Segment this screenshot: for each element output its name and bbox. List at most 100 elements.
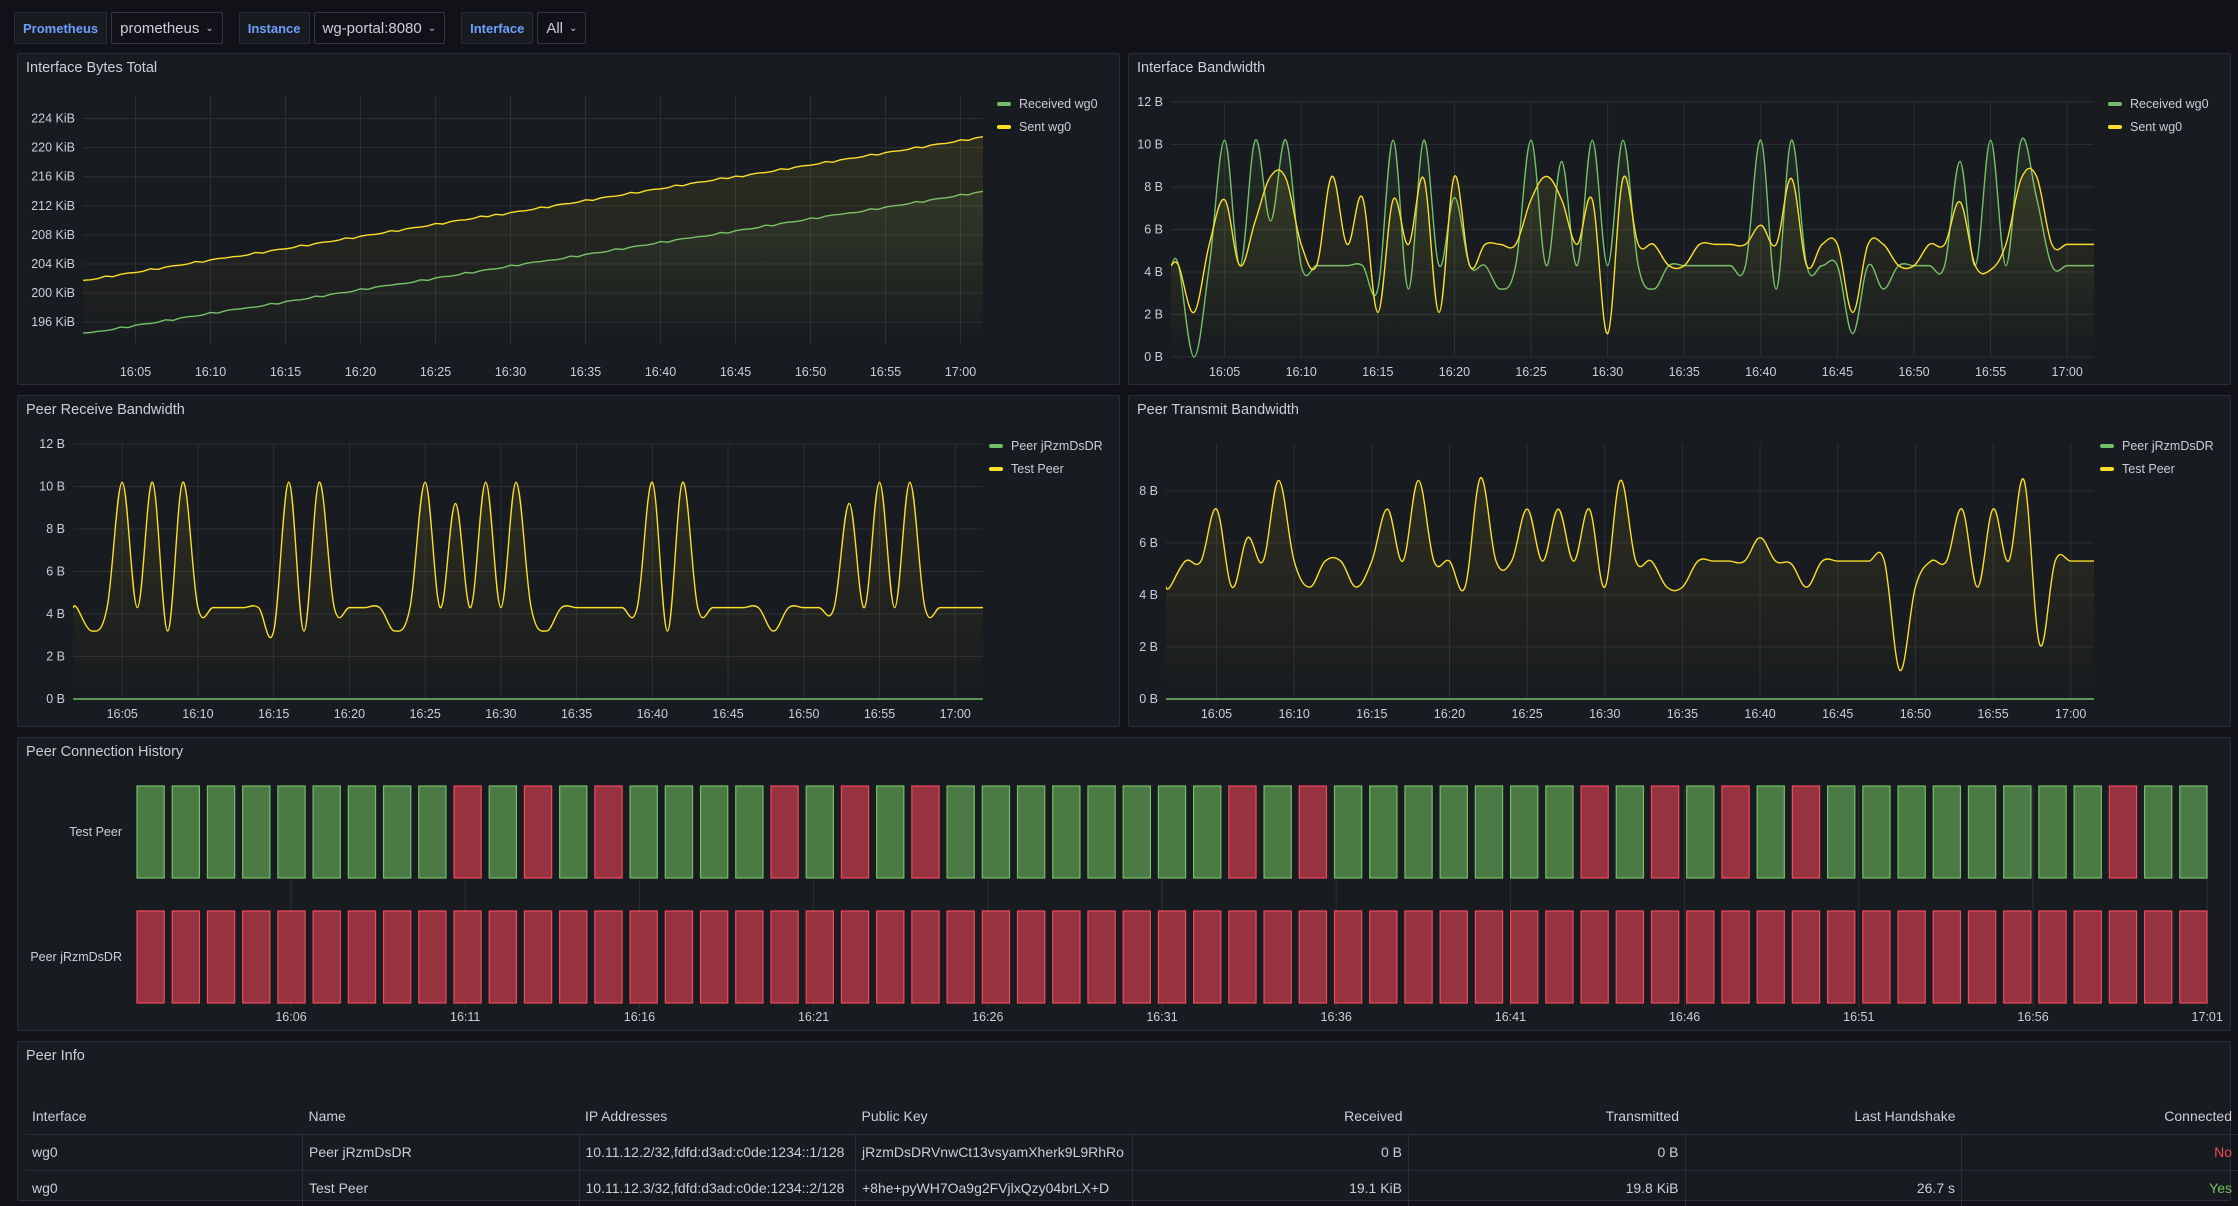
state-bar-down[interactable]: [701, 911, 728, 1003]
timeseries-chart[interactable]: 0 B2 B4 B6 B8 B16:0516:1016:1516:2016:25…: [1129, 396, 2232, 728]
state-bar-up[interactable]: [1053, 786, 1080, 878]
state-bar-up[interactable]: [1334, 786, 1361, 878]
legend-item[interactable]: Received wg0: [2108, 92, 2209, 115]
legend-item[interactable]: Peer jRzmDsDR: [989, 434, 1103, 457]
state-bar-down[interactable]: [384, 911, 411, 1003]
state-bar-down[interactable]: [2039, 911, 2066, 1003]
state-bar-down[interactable]: [1581, 911, 1608, 1003]
state-bar-up[interactable]: [1475, 786, 1502, 878]
state-bar-down[interactable]: [2109, 911, 2136, 1003]
state-bar-down[interactable]: [454, 911, 481, 1003]
column-header-transmitted[interactable]: Transmitted: [1409, 1098, 1686, 1134]
state-bar-up[interactable]: [172, 786, 199, 878]
state-bar-down[interactable]: [806, 911, 833, 1003]
state-bar-down[interactable]: [1581, 786, 1608, 878]
state-bar-up[interactable]: [1687, 786, 1714, 878]
state-bar-down[interactable]: [278, 911, 305, 1003]
state-bar-up[interactable]: [1264, 786, 1291, 878]
state-bar-up[interactable]: [1405, 786, 1432, 878]
state-bar-up[interactable]: [2145, 786, 2172, 878]
state-bar-down[interactable]: [630, 911, 657, 1003]
state-bar-down[interactable]: [2004, 911, 2031, 1003]
column-header-received[interactable]: Received: [1132, 1098, 1409, 1134]
column-header-public-key[interactable]: Public Key: [856, 1098, 1133, 1134]
state-bar-down[interactable]: [1722, 786, 1749, 878]
state-bar-down[interactable]: [1792, 786, 1819, 878]
state-bar-down[interactable]: [595, 911, 622, 1003]
state-bar-up[interactable]: [1968, 786, 1995, 878]
state-bar-down[interactable]: [454, 786, 481, 878]
panel-peer-connection-history[interactable]: Peer Connection History 16:0616:1116:161…: [17, 737, 2231, 1031]
state-bar-down[interactable]: [524, 911, 551, 1003]
instance-select[interactable]: wg-portal:8080 ⌄: [314, 12, 446, 44]
state-bar-up[interactable]: [1088, 786, 1115, 878]
state-bar-up[interactable]: [877, 786, 904, 878]
state-bar-up[interactable]: [384, 786, 411, 878]
state-bar-down[interactable]: [524, 786, 551, 878]
state-bar-down[interactable]: [1933, 911, 1960, 1003]
panel-peer-receive-bandwidth[interactable]: Peer Receive Bandwidth 0 B2 B4 B6 B8 B10…: [17, 395, 1120, 727]
state-bar-down[interactable]: [348, 911, 375, 1003]
state-bar-up[interactable]: [2180, 786, 2207, 878]
state-bar-down[interactable]: [313, 911, 340, 1003]
state-bar-up[interactable]: [1123, 786, 1150, 878]
state-bar-down[interactable]: [1863, 911, 1890, 1003]
state-bar-down[interactable]: [1370, 911, 1397, 1003]
state-bar-down[interactable]: [1898, 911, 1925, 1003]
state-bar-up[interactable]: [1828, 786, 1855, 878]
state-bar-down[interactable]: [1828, 911, 1855, 1003]
column-header-name[interactable]: Name: [303, 1098, 580, 1134]
state-bar-down[interactable]: [1405, 911, 1432, 1003]
state-bar-down[interactable]: [736, 911, 763, 1003]
state-bar-down[interactable]: [912, 911, 939, 1003]
state-bar-down[interactable]: [1229, 911, 1256, 1003]
table-row[interactable]: wg0 Test Peer 10.11.12.3/32,fdfd:d3ad:c0…: [26, 1170, 2238, 1206]
state-bar-down[interactable]: [1651, 911, 1678, 1003]
panel-interface-bandwidth[interactable]: Interface Bandwidth 0 B2 B4 B6 B8 B10 B1…: [1128, 53, 2231, 385]
state-bar-down[interactable]: [1334, 911, 1361, 1003]
state-bar-up[interactable]: [982, 786, 1009, 878]
timeseries-chart[interactable]: 0 B2 B4 B6 B8 B10 B12 B16:0516:1016:1516…: [1129, 54, 2232, 386]
state-bar-up[interactable]: [2039, 786, 2066, 878]
panel-interface-bytes-total[interactable]: Interface Bytes Total 196 KiB200 KiB204 …: [17, 53, 1120, 385]
state-bar-up[interactable]: [313, 786, 340, 878]
state-bar-down[interactable]: [1722, 911, 1749, 1003]
state-bar-down[interactable]: [1511, 911, 1538, 1003]
state-bar-down[interactable]: [1158, 911, 1185, 1003]
state-bar-down[interactable]: [207, 911, 234, 1003]
state-bar-up[interactable]: [1546, 786, 1573, 878]
state-bar-down[interactable]: [595, 786, 622, 878]
table-row[interactable]: wg0 Peer jRzmDsDR 10.11.12.2/32,fdfd:d3a…: [26, 1134, 2238, 1170]
legend-item[interactable]: Test Peer: [989, 457, 1103, 480]
state-bar-down[interactable]: [243, 911, 270, 1003]
panel-peer-transmit-bandwidth[interactable]: Peer Transmit Bandwidth 0 B2 B4 B6 B8 B1…: [1128, 395, 2231, 727]
state-bar-down[interactable]: [982, 911, 1009, 1003]
state-bar-down[interactable]: [1053, 911, 1080, 1003]
state-bar-down[interactable]: [172, 911, 199, 1003]
state-bar-up[interactable]: [665, 786, 692, 878]
state-bar-up[interactable]: [243, 786, 270, 878]
state-bar-up[interactable]: [560, 786, 587, 878]
legend-item[interactable]: Peer jRzmDsDR: [2100, 434, 2214, 457]
state-bar-down[interactable]: [1088, 911, 1115, 1003]
state-bar-up[interactable]: [278, 786, 305, 878]
state-bar-down[interactable]: [1440, 911, 1467, 1003]
state-bar-up[interactable]: [2004, 786, 2031, 878]
state-bar-down[interactable]: [841, 786, 868, 878]
state-bar-down[interactable]: [947, 911, 974, 1003]
state-bar-up[interactable]: [736, 786, 763, 878]
state-bar-up[interactable]: [1158, 786, 1185, 878]
state-bar-up[interactable]: [2074, 786, 2101, 878]
state-bar-down[interactable]: [771, 911, 798, 1003]
state-bar-down[interactable]: [2145, 911, 2172, 1003]
state-bar-up[interactable]: [630, 786, 657, 878]
legend-item[interactable]: Sent wg0: [997, 115, 1098, 138]
state-bar-down[interactable]: [1651, 786, 1678, 878]
state-bar-up[interactable]: [137, 786, 164, 878]
column-header-interface[interactable]: Interface: [26, 1098, 303, 1134]
state-bar-down[interactable]: [1299, 786, 1326, 878]
column-header-ip-addresses[interactable]: IP Addresses: [579, 1098, 856, 1134]
datasource-select[interactable]: prometheus ⌄: [111, 12, 223, 44]
state-bar-up[interactable]: [947, 786, 974, 878]
state-bar-down[interactable]: [1229, 786, 1256, 878]
